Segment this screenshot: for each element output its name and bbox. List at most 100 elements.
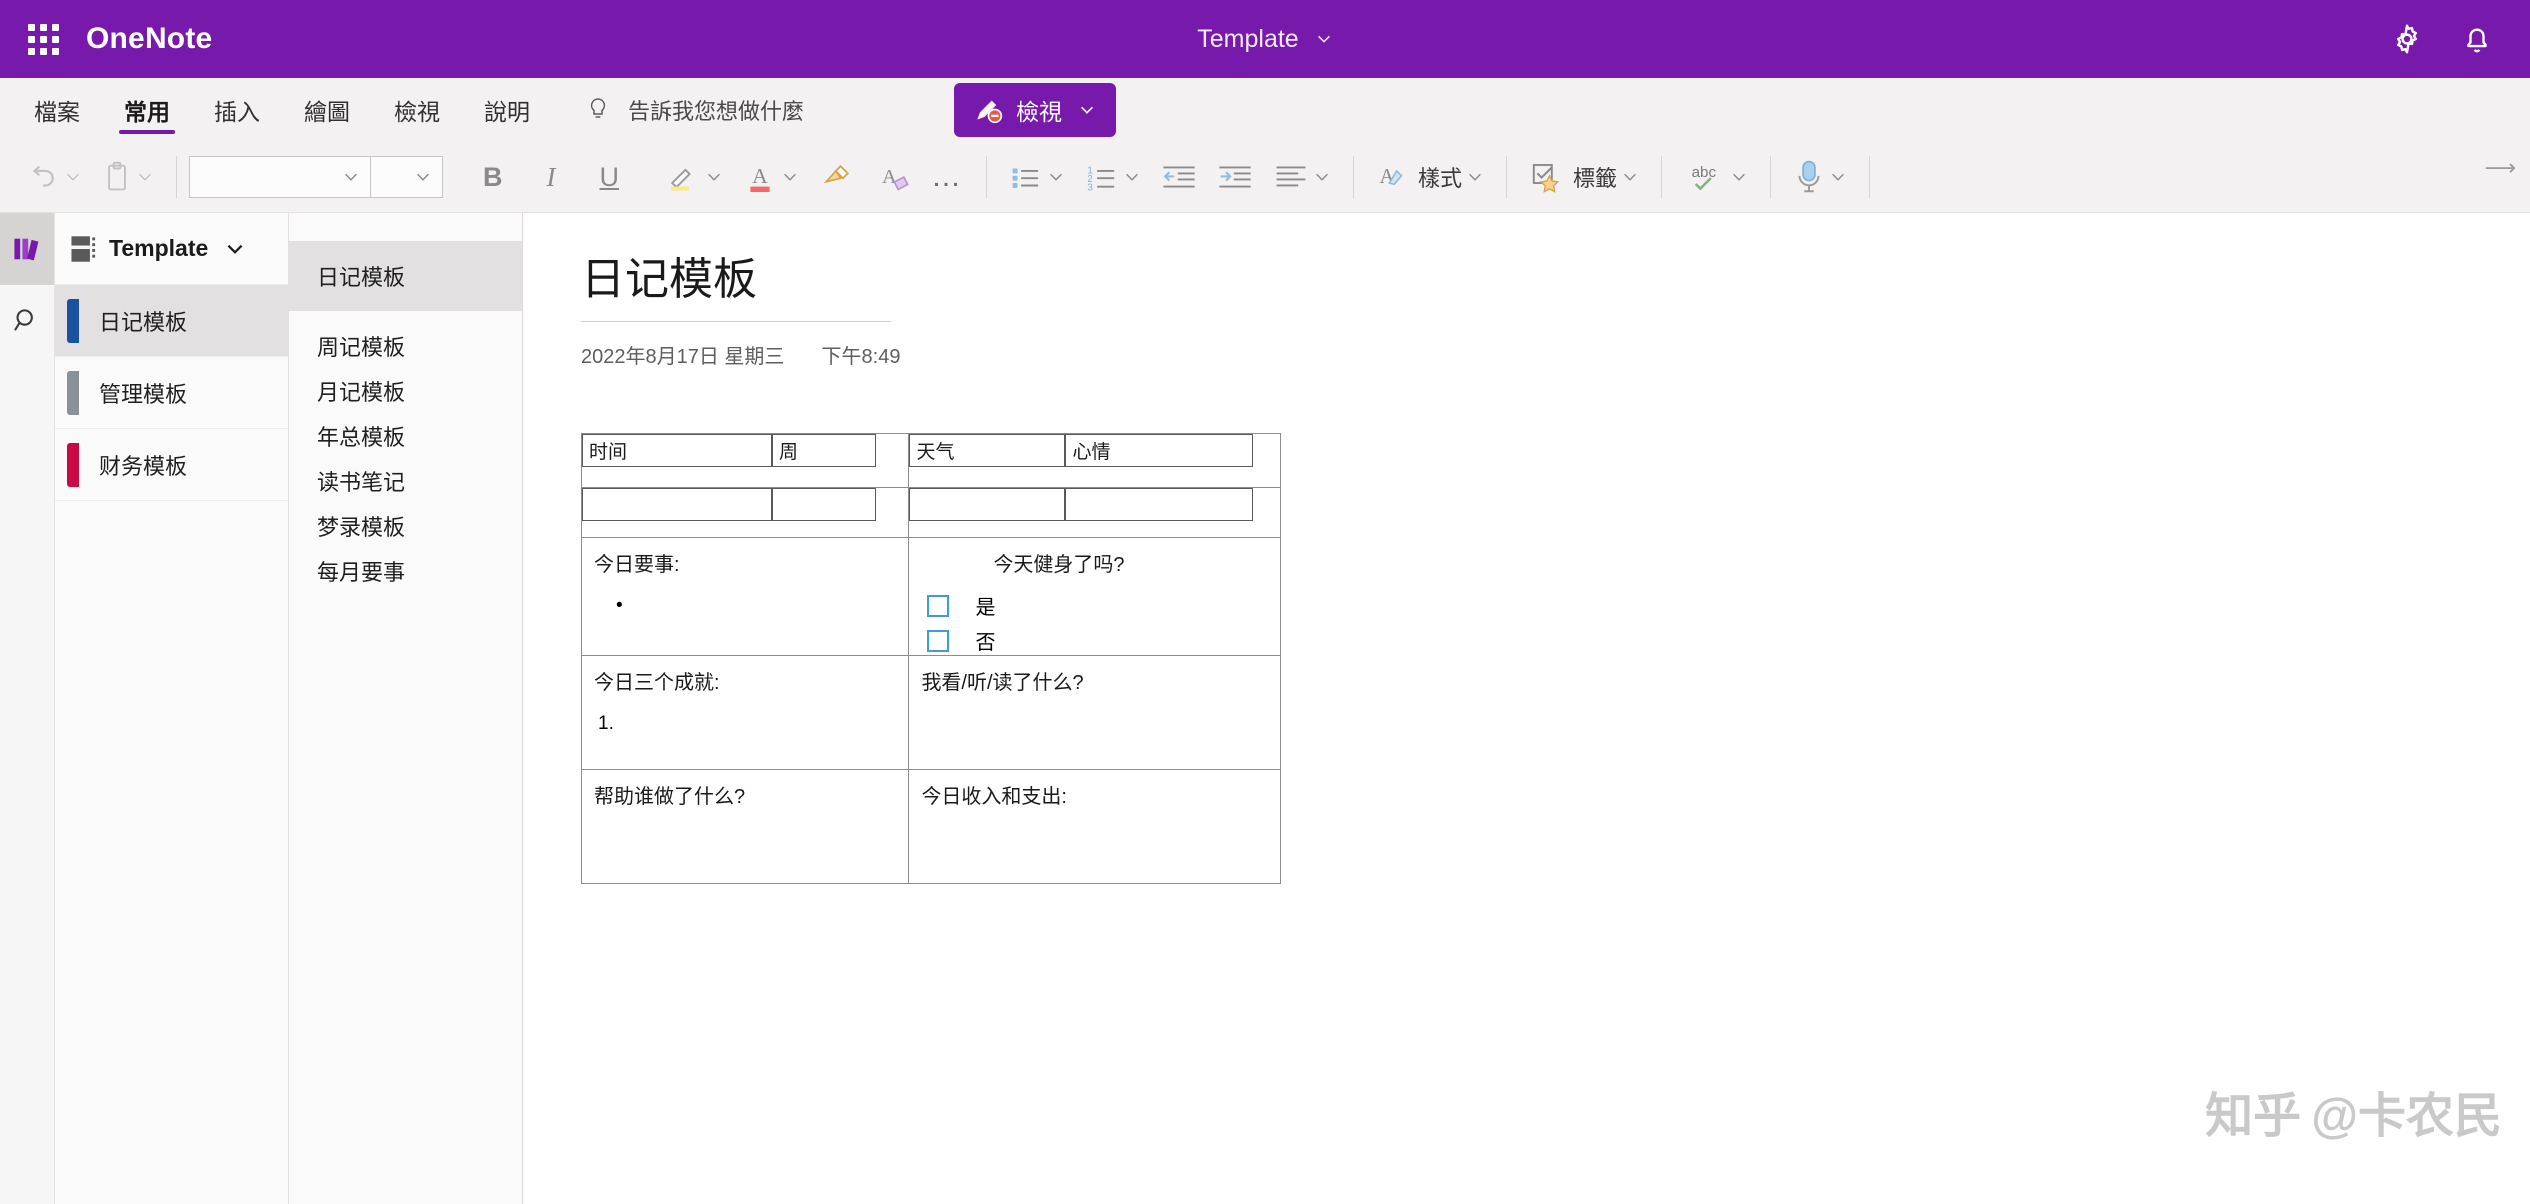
toolbar-divider [986, 156, 987, 198]
value-left-cell[interactable] [580, 487, 910, 538]
header-right-cell[interactable]: 天气 心情 [908, 433, 1281, 488]
spellcheck-button[interactable]: abc [1674, 150, 1758, 204]
tags-button[interactable]: 標籤 [1519, 150, 1649, 204]
notebook-name: Template [109, 235, 209, 261]
header-right-fields: 天气 心情 [909, 434, 1280, 467]
sidebar-item-section-finance[interactable]: 财务模板 [55, 429, 288, 501]
tell-me-text: 告訴我您想做什麼 [628, 99, 805, 124]
field-weather-label[interactable]: 天气 [909, 434, 1066, 467]
paste-icon [108, 161, 126, 191]
journal-template-table[interactable]: 时间 周 天气 心情 今日要事: • 今天健身了吗? 是 否 今日三个成就: 1… [580, 433, 1281, 884]
achievements-title: 今日三个成就: [594, 672, 720, 694]
title-bar: OneNote Template [0, 0, 2530, 78]
document-title-button[interactable]: Template [1197, 25, 1332, 54]
decrease-indent-button[interactable] [1151, 150, 1207, 204]
bell-icon[interactable] [2460, 22, 2494, 56]
tab-draw[interactable]: 繪圖 [282, 78, 372, 142]
numbering-button[interactable]: 123 [1075, 150, 1151, 204]
styles-button[interactable]: A 樣式 [1366, 150, 1494, 204]
chevron-down-icon [67, 173, 79, 181]
gym-yes-row[interactable]: 是 [927, 591, 1280, 620]
font-size-dropdown[interactable] [371, 156, 443, 198]
tab-view[interactable]: 檢視 [372, 78, 462, 142]
search-button[interactable] [0, 285, 54, 357]
field-mood-label[interactable]: 心情 [1065, 434, 1254, 467]
tab-file[interactable]: 檔案 [12, 78, 102, 142]
more-options-button[interactable]: … [921, 150, 974, 204]
page-label: 周记模板 [317, 334, 406, 360]
styles-icon: A [1379, 166, 1403, 188]
achievements-cell[interactable]: 今日三个成就: 1. [580, 655, 910, 770]
table-row: 今日要事: • 今天健身了吗? 是 否 [580, 537, 1281, 656]
highlight-button[interactable] [655, 150, 733, 204]
tab-help[interactable]: 說明 [462, 78, 552, 142]
page-list-item-dream-log[interactable]: 梦录模板 [289, 503, 522, 548]
page-list-item-yearly[interactable]: 年总模板 [289, 413, 522, 458]
chevron-down-icon [708, 173, 720, 181]
media-title: 我看/听/读了什么? [921, 672, 1084, 694]
tab-label: 檢視 [394, 99, 440, 125]
page-canvas[interactable]: 日记模板 2022年8月17日 星期三 下午8:49 时间 周 天气 心情 今日… [523, 213, 2530, 1204]
italic-button[interactable]: I [525, 162, 578, 193]
gym-yes-checkbox[interactable] [927, 594, 950, 617]
alignment-button[interactable] [1263, 150, 1341, 204]
gym-no-row[interactable]: 否 [927, 626, 1280, 655]
page-title[interactable]: 日记模板 [581, 243, 891, 322]
page-list-item-monthly[interactable]: 月记模板 [289, 368, 522, 413]
field-week-label[interactable]: 周 [772, 434, 876, 467]
toolbar-divider [1661, 156, 1663, 198]
app-launcher-icon[interactable] [0, 23, 86, 55]
media-cell[interactable]: 我看/听/读了什么? [908, 655, 1281, 770]
paste-button[interactable] [92, 150, 164, 204]
bullets-button[interactable] [999, 150, 1075, 204]
page-label: 月记模板 [317, 379, 406, 405]
undo-button[interactable] [16, 150, 92, 204]
page-list-item-weekly[interactable]: 周记模板 [289, 323, 522, 368]
bold-button[interactable]: B [461, 162, 525, 193]
tags-label: 標籤 [1573, 166, 1618, 191]
table-row: 时间 周 天气 心情 [580, 433, 1281, 488]
increase-indent-button[interactable] [1207, 150, 1263, 204]
page-label: 日记模板 [317, 265, 406, 290]
field-week-value[interactable] [772, 488, 876, 521]
todo-title: 今日要事: [594, 554, 680, 576]
view-mode-button[interactable]: 檢視 [954, 83, 1117, 137]
header-left-cell[interactable]: 时间 周 [580, 433, 910, 488]
field-time-value[interactable] [582, 488, 772, 521]
clear-formatting-button[interactable]: A [865, 150, 921, 204]
table-row: 帮助谁做了什么? 今日收入和支出: [580, 769, 1281, 884]
bulleted-list-icon [1012, 168, 1039, 188]
sidebar-item-section-management[interactable]: 管理模板 [55, 357, 288, 429]
field-time-label[interactable]: 时间 [582, 434, 772, 467]
field-weather-value[interactable] [909, 488, 1066, 521]
tell-me-search[interactable]: 告訴我您想做什麼 [586, 94, 804, 126]
svg-text:A: A [882, 166, 897, 188]
todo-cell[interactable]: 今日要事: • [580, 537, 910, 656]
show-notebooks-button[interactable] [0, 213, 54, 285]
tab-insert[interactable]: 插入 [192, 78, 282, 142]
value-right-cell[interactable] [908, 487, 1281, 538]
font-name-dropdown[interactable] [189, 156, 371, 198]
decrease-indent-icon [1163, 166, 1195, 188]
format-painter-button[interactable] [809, 150, 865, 204]
page-list-item-diary[interactable]: 日记模板 [289, 241, 522, 311]
field-mood-value[interactable] [1065, 488, 1254, 521]
align-icon [1276, 166, 1306, 187]
notebook-selector[interactable]: Template [55, 213, 288, 285]
underline-button[interactable]: U [578, 162, 642, 193]
gym-no-checkbox[interactable] [927, 629, 950, 652]
font-color-button[interactable]: A [733, 150, 809, 204]
sidebar-item-section-diary[interactable]: 日记模板 [55, 285, 288, 357]
dictate-button[interactable] [1783, 150, 1857, 204]
page-list-item-reading-notes[interactable]: 读书笔记 [289, 458, 522, 503]
chevron-down-icon [1733, 173, 1745, 181]
page-label: 每月要事 [317, 559, 406, 585]
money-cell[interactable]: 今日收入和支出: [908, 769, 1281, 884]
gym-cell[interactable]: 今天健身了吗? 是 否 [908, 537, 1281, 656]
gear-icon[interactable] [2390, 22, 2424, 56]
header-left-fields: 时间 周 [582, 434, 908, 467]
ribbon-collapse-icon[interactable]: ⟶ [2484, 155, 2516, 181]
tab-home[interactable]: 常用 [102, 78, 192, 142]
help-cell[interactable]: 帮助谁做了什么? [580, 769, 910, 884]
page-list-item-monthly-events[interactable]: 每月要事 [289, 548, 522, 593]
